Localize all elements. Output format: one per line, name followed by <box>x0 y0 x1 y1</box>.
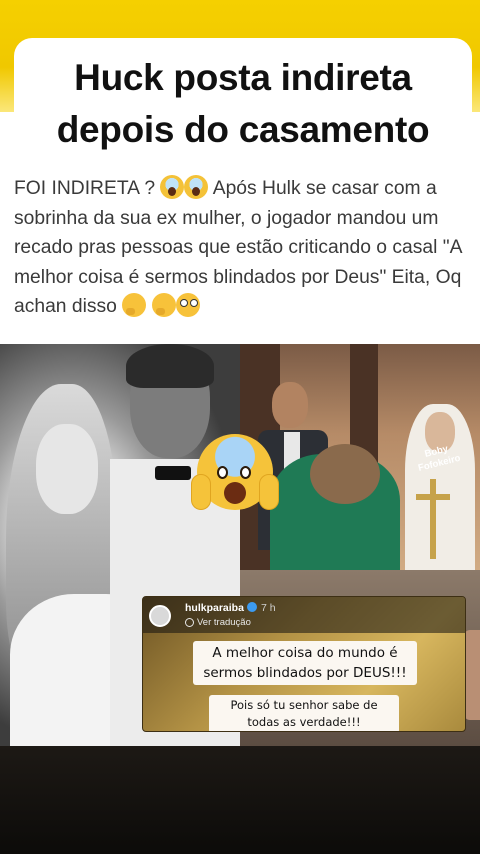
photo-collage: Boby Fofokeiro hulkparaiba 7 h Ver traduç… <box>0 344 480 746</box>
screaming-face-icon <box>160 175 185 199</box>
bottom-dark-area <box>0 746 480 854</box>
headline-line-1: Huck posta indireta <box>74 57 412 98</box>
shock-mouth <box>224 482 246 504</box>
see-translation-link[interactable]: Ver tradução <box>197 617 251 628</box>
story-message-1: A melhor coisa do mundo é sermos blindad… <box>193 641 417 685</box>
screaming-face-icon <box>184 175 209 199</box>
post-body: FOI INDIRETA ? Após Hulk se casar com a … <box>0 164 480 346</box>
shock-eye-right <box>240 466 251 479</box>
guest-hair-shape <box>310 444 380 504</box>
headline-line-2: depois do casamento <box>56 109 430 150</box>
bride-face-shape <box>36 424 98 514</box>
story-user-line: hulkparaiba 7 h <box>185 602 276 614</box>
story-timestamp: 7 h <box>260 602 276 614</box>
avatar <box>149 605 171 627</box>
thinking-face-icon <box>151 293 176 317</box>
side-person-shape <box>464 630 480 720</box>
post-caption: FOI INDIRETA ? Após Hulk se casar com a … <box>14 174 466 322</box>
story-message-2: Pois só tu senhor sabe de todas as verda… <box>209 695 399 731</box>
globe-icon <box>185 618 194 627</box>
title-card: Huck posta indireta depois do casamento <box>14 38 472 164</box>
bowtie-shape <box>155 466 191 480</box>
caption-part-1: FOI INDIRETA ? <box>14 178 161 199</box>
groom-hair-shape <box>126 344 214 388</box>
cross-vertical <box>430 479 436 559</box>
ceremony-photo: Boby Fofokeiro <box>240 344 480 570</box>
shock-eye-left <box>217 466 228 479</box>
shock-hand-left <box>191 474 211 510</box>
groom-head-shape-2 <box>272 382 308 428</box>
shock-hand-right <box>259 474 279 510</box>
story-username: hulkparaiba <box>185 602 244 614</box>
verified-badge-icon <box>246 602 257 612</box>
screaming-face-icon <box>191 434 279 510</box>
instagram-story-screenshot: hulkparaiba 7 h Ver tradução A melhor coi… <box>142 596 466 732</box>
thinking-face-icon <box>122 293 147 317</box>
cross-horizontal <box>416 494 450 500</box>
eye-roll-face-icon <box>175 293 200 317</box>
